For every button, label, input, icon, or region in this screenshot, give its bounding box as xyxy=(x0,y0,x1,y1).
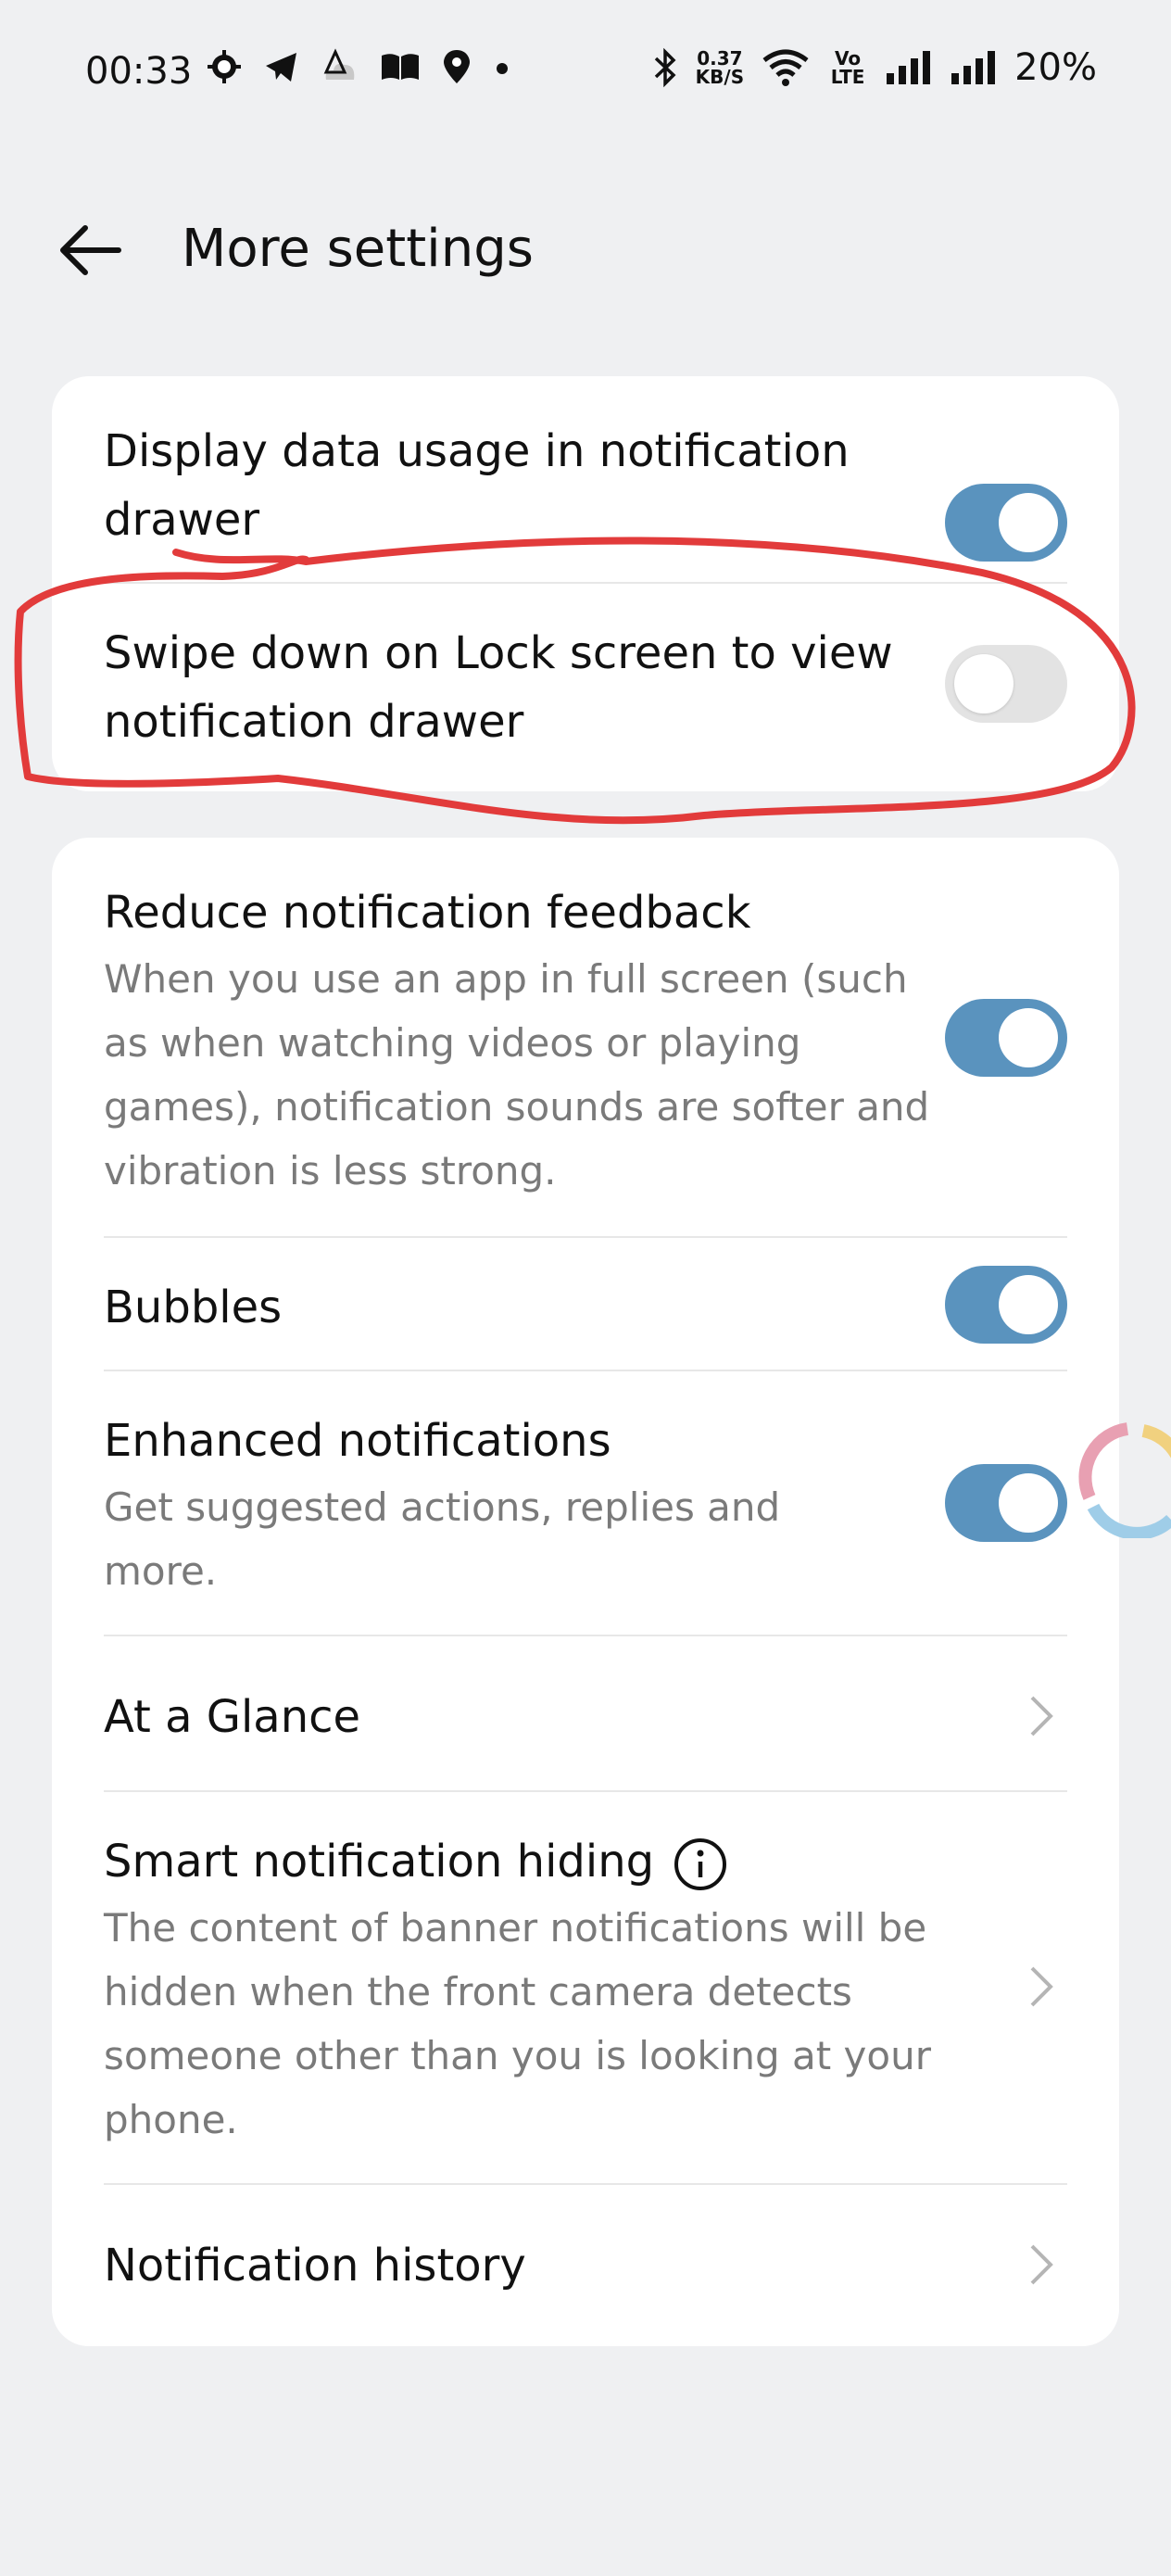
divider xyxy=(104,1236,1067,1238)
settings-card-1: Display data usage in notification drawe… xyxy=(52,376,1119,791)
settings-card-2: Reduce notification feedback When you us… xyxy=(52,838,1119,2346)
status-time: 00:33 xyxy=(85,50,193,93)
setting-title: At a Glance xyxy=(104,1691,361,1743)
battery-level: 20% xyxy=(1014,46,1097,89)
setting-description: When you use an app in full screen (such… xyxy=(104,956,930,1193)
network-speed: 0.37 KB/S xyxy=(696,49,744,86)
setting-row-reduce-feedback[interactable]: Reduce notification feedback When you us… xyxy=(104,878,938,1203)
telegram-icon xyxy=(266,53,296,82)
reduce-feedback-toggle[interactable] xyxy=(945,999,1067,1077)
setting-row-smart-hiding[interactable]: Smart notification hiding The content of… xyxy=(104,1827,1002,2152)
status-right-icons: 0.37 KB/S Vo LTE 20% xyxy=(651,46,1097,89)
status-left-icons xyxy=(206,48,511,85)
divider xyxy=(104,1370,1067,1371)
setting-row-bubbles[interactable]: Bubbles xyxy=(104,1273,900,1342)
network-speed-value: 0.37 xyxy=(697,47,743,69)
cloud-app-icon xyxy=(323,48,355,80)
setting-title-with-info: Smart notification hiding xyxy=(104,1827,1002,1896)
setting-row-data-usage[interactable]: Display data usage in notification drawe… xyxy=(104,417,900,554)
setting-description: Get suggested actions, replies and more. xyxy=(104,1484,781,1594)
info-icon[interactable] xyxy=(673,1837,728,1892)
location-icon xyxy=(444,50,470,83)
setting-title: Bubbles xyxy=(104,1282,283,1333)
lock-screen-swipe-toggle[interactable] xyxy=(945,645,1067,723)
enhanced-notifications-toggle[interactable] xyxy=(945,1464,1067,1542)
bluetooth-icon xyxy=(654,47,676,88)
chevron-right-icon xyxy=(1030,1696,1053,1736)
setting-row-lock-screen-swipe[interactable]: Swipe down on Lock screen to view notifi… xyxy=(104,619,900,756)
setting-title: Swipe down on Lock screen to view notifi… xyxy=(104,627,893,748)
bubbles-toggle[interactable] xyxy=(945,1266,1067,1344)
setting-title: Display data usage in notification drawe… xyxy=(104,425,850,546)
setting-title: Smart notification hiding xyxy=(104,1836,655,1888)
setting-row-notification-history[interactable]: Notification history xyxy=(104,2231,938,2300)
page-title: More settings xyxy=(182,219,534,279)
more-notifications-dot-icon xyxy=(497,63,508,74)
chevron-right-icon xyxy=(1030,2244,1053,2285)
divider xyxy=(104,1635,1067,1636)
setting-row-at-a-glance[interactable]: At a Glance xyxy=(104,1683,938,1751)
brightness-icon xyxy=(208,50,241,83)
setting-title: Enhanced notifications xyxy=(104,1415,611,1467)
setting-title: Notification history xyxy=(104,2240,526,2292)
signal-icon-sim2 xyxy=(951,51,996,84)
divider xyxy=(104,1790,1067,1792)
divider xyxy=(104,2183,1067,2185)
data-usage-toggle[interactable] xyxy=(945,484,1067,562)
network-speed-unit: KB/S xyxy=(695,66,745,88)
chevron-right-icon xyxy=(1030,1966,1053,2007)
setting-title: Reduce notification feedback xyxy=(104,887,751,939)
floating-assistant-icon[interactable] xyxy=(1077,1418,1171,1538)
signal-icon-sim1 xyxy=(887,51,931,84)
setting-description: The content of banner notifications will… xyxy=(104,1905,931,2142)
setting-row-enhanced-notifications[interactable]: Enhanced notifications Get suggested act… xyxy=(104,1407,900,1603)
divider xyxy=(104,582,1067,584)
back-arrow-icon[interactable] xyxy=(57,221,122,280)
volte-label: Vo LTE xyxy=(830,47,865,88)
status-bar: 00:33 0.37 KB/S Vo LTE 20% xyxy=(0,0,1171,139)
book-icon xyxy=(382,54,419,80)
wifi-icon xyxy=(762,49,809,86)
